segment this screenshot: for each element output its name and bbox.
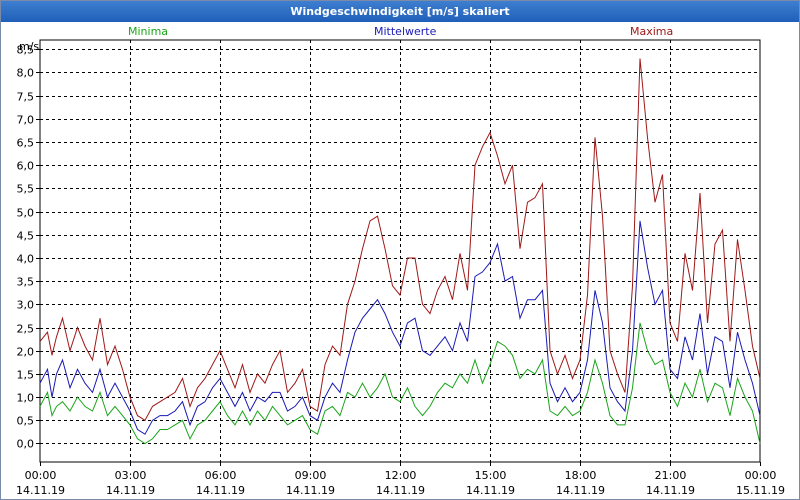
- x-tick-time-label: 15:00: [475, 469, 507, 482]
- y-tick-label: 2,0: [17, 346, 35, 359]
- x-tick-date-label: 14.11.19: [286, 484, 335, 497]
- x-tick-date-label: 14.11.19: [646, 484, 695, 497]
- y-tick-label: 3,0: [17, 299, 35, 312]
- x-tick-date-label: 14.11.19: [16, 484, 65, 497]
- y-tick-label: 5,5: [17, 183, 35, 196]
- y-tick-label: 7,5: [17, 91, 35, 104]
- y-tick-label: 2,5: [17, 323, 35, 336]
- y-tick-label: 4,5: [17, 230, 35, 243]
- y-tick-label: 6,0: [17, 160, 35, 173]
- y-tick-label: 1,0: [17, 392, 35, 405]
- y-tick-label: 4,0: [17, 253, 35, 266]
- x-tick-time-label: 03:00: [115, 469, 147, 482]
- y-tick-label: 0,5: [17, 415, 35, 428]
- y-tick-label: 3,5: [17, 276, 35, 289]
- x-tick-time-label: 09:00: [295, 469, 327, 482]
- y-tick-label: 5,0: [17, 207, 35, 220]
- x-tick-date-label: 15.11.19: [736, 484, 785, 497]
- x-tick-date-label: 14.11.19: [196, 484, 245, 497]
- wind-speed-chart: 0,0 0,5 1,0 1,5 2,0 2,5 3,0 3,5 4,0 4,5 5,0 5,5 6,0 6…: [16, 39, 785, 497]
- y-tick-label: 8,5: [17, 44, 35, 57]
- x-tick-time-label: 21:00: [655, 469, 687, 482]
- x-tick-time-label: 12:00: [385, 469, 417, 482]
- y-tick-label: 6,5: [17, 137, 35, 150]
- y-tick-label: 0,0: [17, 438, 35, 451]
- y-tick-label: 8,0: [17, 67, 35, 80]
- x-tick-date-label: 14.11.19: [556, 484, 605, 497]
- x-tick-time-label: 18:00: [565, 469, 597, 482]
- x-tick-time-label: 00:00: [25, 469, 57, 482]
- y-tick-label: 1,5: [17, 369, 35, 382]
- x-tick-time-label: 06:00: [205, 469, 237, 482]
- x-tick-date-label: 14.11.19: [466, 484, 515, 497]
- y-tick-label: 7,0: [17, 114, 35, 127]
- x-tick-date-label: 14.11.19: [376, 484, 425, 497]
- x-tick-time-label: 00:00: [745, 469, 777, 482]
- x-tick-date-label: 14.11.19: [106, 484, 155, 497]
